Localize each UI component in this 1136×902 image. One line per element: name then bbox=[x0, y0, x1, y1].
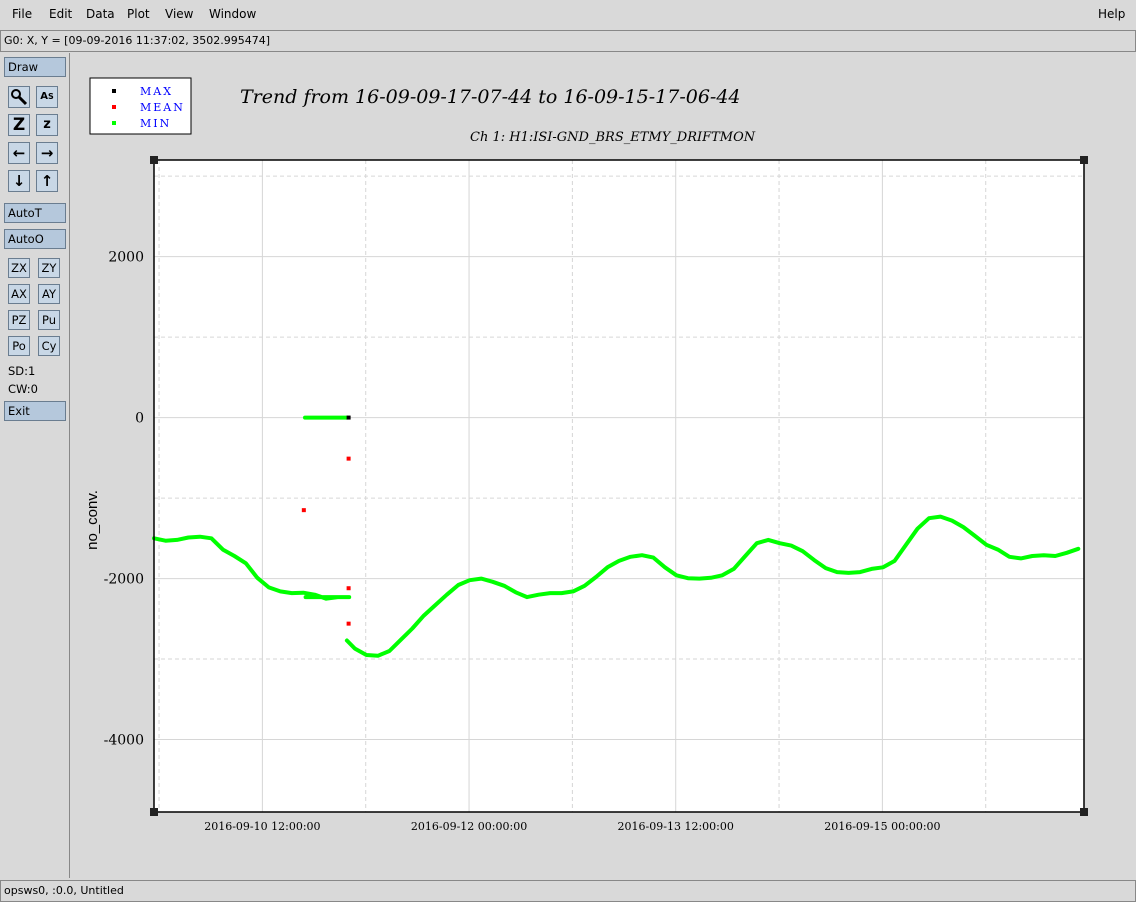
status-text: opsws0, :0.0, Untitled bbox=[4, 884, 124, 897]
legend-min-label: MIN bbox=[140, 117, 171, 130]
plot-background bbox=[154, 160, 1084, 812]
zy-button[interactable]: ZY bbox=[38, 258, 60, 278]
ax-button[interactable]: AX bbox=[8, 284, 30, 304]
sd-status: SD:1 bbox=[8, 364, 36, 378]
cy-button[interactable]: Cy bbox=[38, 336, 60, 356]
zoom-in-icon[interactable] bbox=[8, 86, 30, 108]
corner-handle bbox=[150, 156, 158, 164]
legend-mean-marker bbox=[112, 105, 116, 109]
cw-status: CW:0 bbox=[8, 382, 38, 396]
zx-button[interactable]: ZX bbox=[8, 258, 30, 278]
corner-handle bbox=[1080, 808, 1088, 816]
x-tick-label: 2016-09-13 12:00:00 bbox=[618, 820, 734, 833]
mean-point bbox=[346, 456, 351, 461]
menu-plot[interactable]: Plot bbox=[127, 7, 150, 21]
pz-button[interactable]: PZ bbox=[8, 310, 30, 330]
chart-subtitle: Ch 1: H1:ISI-GND_BRS_ETMY_DRIFTMON bbox=[470, 130, 756, 145]
plot-area: MAX MEAN MIN Trend from 16-09-09-17-07-4… bbox=[70, 53, 1136, 878]
y-axis-label: no_conv. bbox=[84, 490, 101, 550]
mean-point bbox=[301, 508, 306, 513]
x-tick-label: 2016-09-12 00:00:00 bbox=[411, 820, 527, 833]
x-tick-label: 2016-09-15 00:00:00 bbox=[824, 820, 940, 833]
legend-max-label: MAX bbox=[140, 85, 173, 98]
y-tick-label: -4000 bbox=[104, 733, 144, 749]
autoo-button[interactable]: AutoO bbox=[4, 229, 66, 249]
text-scale-icon[interactable]: AS bbox=[36, 86, 58, 108]
menu-view[interactable]: View bbox=[165, 7, 193, 21]
status-bar: opsws0, :0.0, Untitled bbox=[0, 880, 1136, 902]
max-point bbox=[346, 415, 351, 420]
legend-max-marker bbox=[112, 89, 116, 93]
coordinate-readout: G0: X, Y = [09-09-2016 11:37:02, 3502.99… bbox=[4, 34, 271, 47]
exit-button[interactable]: Exit bbox=[4, 401, 66, 421]
po-button[interactable]: Po bbox=[8, 336, 30, 356]
arrow-left-icon[interactable]: ← bbox=[8, 142, 30, 164]
y-tick-label: 2000 bbox=[108, 250, 144, 266]
mean-point bbox=[346, 621, 351, 626]
corner-handle bbox=[1080, 156, 1088, 164]
chart-title: Trend from 16-09-09-17-07-44 to 16-09-15… bbox=[240, 86, 741, 108]
legend-min-marker bbox=[112, 121, 116, 125]
y-tick-label: 0 bbox=[135, 411, 144, 427]
plot-frame: -4000 -2000 0 2000 2016-09-10 12:00:00 2016-0… bbox=[104, 156, 1088, 833]
menu-data[interactable]: Data bbox=[86, 7, 115, 21]
corner-handle bbox=[150, 808, 158, 816]
zoom-small-icon[interactable]: z bbox=[36, 114, 58, 136]
x-tick-label: 2016-09-10 12:00:00 bbox=[204, 820, 320, 833]
trend-chart[interactable]: MAX MEAN MIN Trend from 16-09-09-17-07-4… bbox=[70, 53, 1136, 878]
menu-bar: File Edit Data Plot View Window Help bbox=[0, 0, 1136, 29]
arrow-up-icon[interactable]: ↑ bbox=[36, 170, 58, 192]
menu-help[interactable]: Help bbox=[1098, 7, 1125, 21]
arrow-right-icon[interactable]: → bbox=[36, 142, 58, 164]
mean-point bbox=[346, 586, 351, 591]
draw-button[interactable]: Draw bbox=[4, 57, 66, 77]
legend: MAX MEAN MIN bbox=[89, 77, 192, 135]
menu-edit[interactable]: Edit bbox=[49, 7, 72, 21]
zoom-out-icon[interactable]: Z bbox=[8, 114, 30, 136]
menu-window[interactable]: Window bbox=[209, 7, 256, 21]
left-toolbar: Draw AS Z z ← → ↓ ↑ AutoT AutoO ZX ZY AX… bbox=[0, 53, 70, 878]
y-tick-label: -2000 bbox=[104, 572, 144, 588]
autot-button[interactable]: AutoT bbox=[4, 203, 66, 223]
legend-mean-label: MEAN bbox=[140, 101, 185, 114]
pu-button[interactable]: Pu bbox=[38, 310, 60, 330]
arrow-down-icon[interactable]: ↓ bbox=[8, 170, 30, 192]
coordinate-readout-bar: G0: X, Y = [09-09-2016 11:37:02, 3502.99… bbox=[0, 30, 1136, 52]
menu-file[interactable]: File bbox=[12, 7, 32, 21]
ay-button[interactable]: AY bbox=[38, 284, 60, 304]
